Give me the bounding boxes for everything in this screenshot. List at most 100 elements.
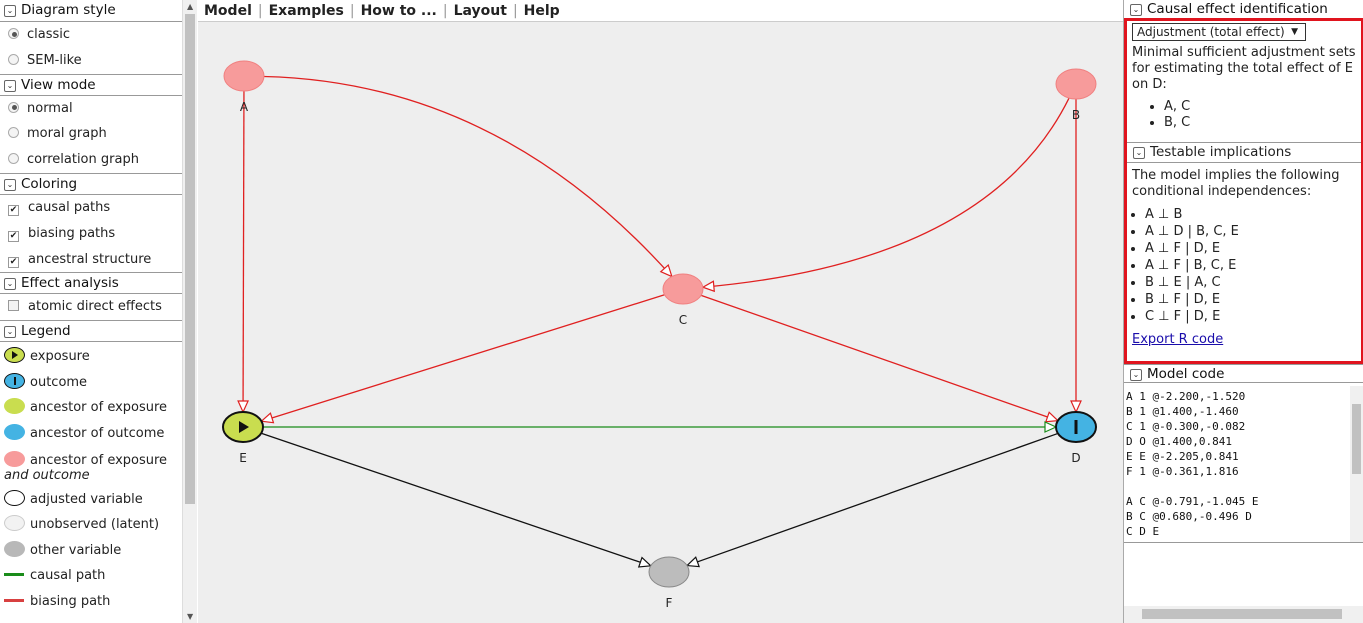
export-r-code-link[interactable]: Export R code [1132, 332, 1223, 347]
code-line: A 1 @-2.200,-1.520 [1126, 390, 1246, 403]
option-normal[interactable]: normal [0, 96, 182, 122]
node-label-e: E [239, 451, 247, 465]
node-b[interactable] [1055, 68, 1097, 100]
checkbox-biasing-paths[interactable]: ✔ [8, 230, 19, 242]
right-horizontal-scrollbar[interactable] [1124, 606, 1363, 623]
menu-separator: | [257, 3, 263, 19]
legend-label: ancestor of exposure [30, 400, 168, 416]
legend-exposure: exposure [0, 344, 182, 370]
chevron-down-icon[interactable]: ⌄ [1133, 147, 1145, 159]
legend-label: causal path [30, 568, 106, 584]
implication-item: A ⊥ F | B, C, E [1145, 257, 1357, 274]
node-a[interactable] [223, 60, 265, 92]
dropdown-arrow-icon[interactable]: ▼ [1291, 24, 1298, 40]
chevron-down-icon[interactable]: ⌄ [4, 178, 16, 191]
scrollbar-thumb[interactable] [185, 14, 195, 504]
option-sem-like[interactable]: SEM-like [0, 48, 182, 74]
play-icon [12, 351, 18, 360]
arrowhead [260, 412, 275, 424]
option-label: classic [27, 27, 71, 42]
option-classic[interactable]: classic [0, 22, 182, 48]
legend-causal-path: causal path [0, 563, 182, 589]
checkbox-ancestral-structure[interactable]: ✔ [8, 256, 19, 268]
adjustment-set: B, C [1164, 115, 1357, 131]
exposure-symbol [4, 347, 25, 364]
chevron-down-icon[interactable]: ⌄ [4, 79, 16, 92]
bar-icon [13, 376, 16, 385]
legend-other-variable: other variable [0, 538, 182, 564]
arrowhead [237, 400, 250, 414]
option-ancestral-structure[interactable]: ✔ ancestral structure [0, 247, 182, 273]
scroll-down-icon[interactable]: ▼ [187, 612, 193, 621]
legend-adjusted-variable: adjusted variable [0, 487, 182, 513]
section-title: View mode [21, 76, 96, 93]
section-view-mode[interactable]: ⌄ View mode [0, 73, 182, 96]
section-title: Effect analysis [21, 275, 119, 292]
radio-moral-graph[interactable] [8, 127, 19, 139]
implications-description: The model implies the following conditio… [1132, 168, 1340, 199]
adjustment-sets-list: A, C B, C [1132, 99, 1357, 131]
edge-c-e [261, 294, 665, 422]
legend-label: adjusted variable [30, 491, 143, 507]
legend-ancestor-of-both: ancestor of exposure [0, 450, 182, 468]
section-coloring[interactable]: ⌄ Coloring [0, 172, 182, 195]
option-correlation-graph[interactable]: correlation graph [0, 147, 182, 173]
arrowhead [1044, 411, 1060, 423]
chevron-down-icon[interactable]: ⌄ [1130, 4, 1142, 16]
section-title: Model code [1147, 366, 1225, 382]
causal-effect-header[interactable]: ⌄ Causal effect identification [1124, 0, 1328, 19]
divider [1127, 162, 1361, 163]
option-biasing-paths[interactable]: ✔ biasing paths [0, 221, 182, 247]
radio-classic[interactable] [8, 28, 19, 39]
ancestor-outcome-symbol [4, 423, 25, 440]
outcome-symbol [4, 372, 25, 389]
edge-a-c [263, 75, 673, 277]
menu-help[interactable]: Help [518, 3, 566, 19]
scrollbar-thumb[interactable] [1142, 609, 1342, 619]
scroll-up-icon[interactable]: ▲ [187, 2, 193, 11]
option-causal-paths[interactable]: ✔ causal paths [0, 195, 182, 221]
diagram-canvas[interactable]: A B C D E F [198, 22, 1123, 623]
chevron-down-icon[interactable]: ⌄ [1130, 369, 1142, 381]
menu-layout[interactable]: Layout [448, 3, 513, 19]
scrollbar-thumb[interactable] [1352, 404, 1361, 474]
testable-header[interactable]: ⌄ Testable implications [1127, 143, 1361, 162]
model-code-header[interactable]: ⌄ Model code [1124, 364, 1363, 383]
menu-examples[interactable]: Examples [263, 3, 350, 19]
section-legend[interactable]: ⌄ Legend [0, 320, 182, 343]
legend-ancestor-of-outcome: ancestor of outcome [0, 421, 182, 447]
legend-unobserved: unobserved (latent) [0, 512, 182, 538]
left-panel-scrollbar[interactable]: ▲ ▼ [182, 0, 197, 623]
legend-biasing-path: biasing path [0, 589, 182, 615]
effect-type-select[interactable]: Adjustment (total effect) ▼ [1132, 23, 1306, 41]
model-code-textarea[interactable]: A 1 @-2.200,-1.520 B 1 @1.400,-1.460 C 1 @… [1124, 386, 1351, 542]
section-effect-analysis[interactable]: ⌄ Effect analysis [0, 272, 182, 295]
node-c[interactable] [662, 273, 704, 305]
arrowhead [1044, 421, 1058, 433]
checkbox-atomic-direct-effects[interactable] [8, 300, 19, 312]
radio-normal[interactable] [8, 101, 19, 113]
radio-correlation-graph[interactable] [8, 153, 19, 165]
chevron-down-icon[interactable]: ⌄ [4, 326, 16, 339]
section-diagram-style[interactable]: ⌄ Diagram style [0, 0, 182, 22]
code-scrollbar[interactable] [1350, 386, 1363, 542]
menu-model[interactable]: Model [198, 3, 258, 19]
code-line: F 1 @-0.361,1.816 [1126, 465, 1239, 478]
option-label: atomic direct effects [28, 299, 162, 315]
causal-diagram[interactable]: A B C D E F [198, 22, 1123, 623]
chevron-down-icon[interactable]: ⌄ [4, 278, 16, 291]
select-value: Adjustment (total effect) [1137, 25, 1285, 39]
ancestor-exposure-symbol [4, 398, 25, 415]
code-line: C 1 @-0.300,-0.082 [1126, 420, 1246, 433]
chevron-down-icon[interactable]: ⌄ [4, 5, 16, 17]
radio-sem-like[interactable] [8, 53, 19, 65]
implication-item: A ⊥ F | D, E [1145, 240, 1357, 257]
checkbox-causal-paths[interactable]: ✔ [8, 204, 19, 216]
edge-b-c [702, 97, 1070, 288]
code-line: B 1 @1.400,-1.460 [1126, 405, 1239, 418]
node-f[interactable] [648, 556, 690, 588]
option-atomic-direct-effects[interactable]: atomic direct effects [0, 294, 182, 320]
menu-how-to[interactable]: How to ... [355, 3, 443, 19]
option-moral-graph[interactable]: moral graph [0, 121, 182, 147]
right-panel: ⌄ Causal effect identification Adjustment… [1123, 0, 1363, 623]
